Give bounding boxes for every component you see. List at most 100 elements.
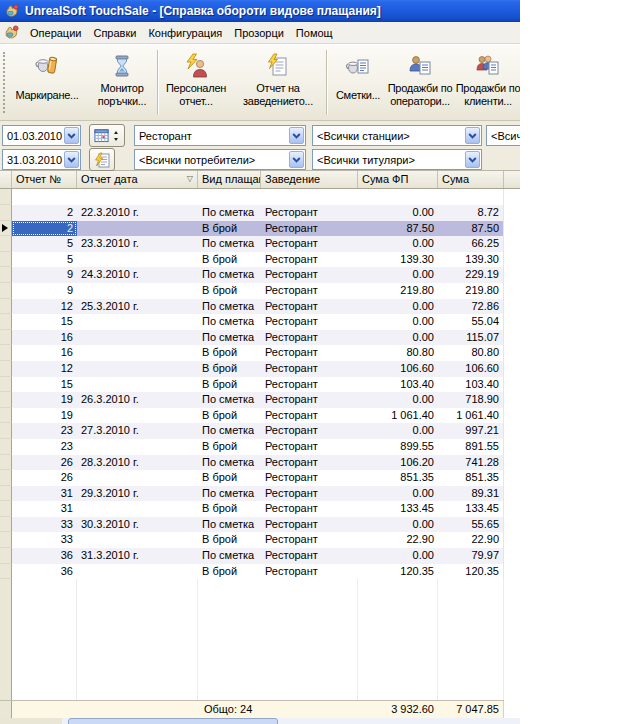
row-selector[interactable]	[0, 330, 12, 346]
cell-payment-type: По сметка	[198, 267, 261, 283]
row-selector[interactable]	[0, 361, 12, 377]
users-combo-dropdown-icon[interactable]	[289, 151, 304, 168]
calendar-button[interactable]	[89, 124, 125, 147]
header-report-date[interactable]: Отчет дата▽	[77, 171, 198, 188]
cell-payment-type: В брой	[198, 470, 261, 486]
header-sum-fp[interactable]: Сума ФП	[358, 171, 438, 188]
table-row[interactable]: 3631.3.2010 г.По сметкаРесторант0.0079.9…	[0, 548, 520, 564]
footer-total-count: Общо: 24	[198, 701, 261, 718]
toolbar-separator	[157, 50, 158, 115]
menu-item[interactable]: Справки	[87, 24, 142, 42]
row-selector[interactable]	[0, 423, 12, 439]
table-row[interactable]: 15В бройРесторант103.40103.40	[0, 377, 520, 393]
cell-sum-fp: 851.35	[358, 470, 438, 486]
cell-report-date	[77, 501, 198, 517]
menu-item[interactable]: Конфигурация	[142, 24, 228, 42]
table-row[interactable]: 222.3.2010 г.По сметкаРесторант0.008.72	[0, 205, 520, 221]
table-row[interactable]: 33В бройРесторант22.9022.90	[0, 532, 520, 548]
date-spinner[interactable]	[112, 131, 120, 141]
toolbar-button[interactable]: Отчет назаведението...	[232, 45, 324, 120]
menu-item[interactable]: Помощ	[290, 24, 339, 42]
table-row[interactable]: 16В бройРесторант80.8080.80	[0, 345, 520, 361]
venue-combo[interactable]: Ресторант	[134, 125, 306, 146]
menu-item[interactable]: Операции	[24, 24, 87, 42]
menu-item[interactable]: Прозорци	[228, 24, 290, 42]
table-row[interactable]: 12В бройРесторант106.60106.60	[0, 361, 520, 377]
table-row[interactable]: 1225.3.2010 г.По сметкаРесторант0.0072.8…	[0, 299, 520, 315]
table-row[interactable]: 9В бройРесторант219.80219.80	[0, 283, 520, 299]
stations-combo-dropdown-icon[interactable]	[465, 127, 480, 144]
toolbar-button[interactable]: Персоналенотчет...	[160, 45, 232, 120]
holders-combo[interactable]: <Всички титуляри>	[312, 149, 482, 170]
table-row[interactable]: 2В бройРесторант87.5087.50	[0, 221, 520, 237]
row-selector[interactable]	[0, 189, 12, 205]
row-selector[interactable]	[0, 377, 12, 393]
cell-venue: Ресторант	[261, 423, 358, 439]
refresh-report-button[interactable]	[89, 148, 115, 171]
toolbar-button[interactable]: Продажби пооператори...	[387, 45, 453, 120]
holders-combo-dropdown-icon[interactable]	[465, 151, 480, 168]
venue-combo-dropdown-icon[interactable]	[289, 127, 304, 144]
table-row[interactable]: 16По сметкаРесторант0.00115.07	[0, 330, 520, 346]
table-row[interactable]: 924.3.2010 г.По сметкаРесторант0.00229.1…	[0, 267, 520, 283]
row-selector[interactable]	[0, 236, 12, 252]
row-selector[interactable]	[0, 532, 12, 548]
table-row[interactable]: 2628.3.2010 г.По сметкаРесторант106.2074…	[0, 455, 520, 471]
table-row[interactable]: 3129.3.2010 г.По сметкаРесторант0.0089.3…	[0, 486, 520, 502]
row-selector[interactable]	[0, 548, 12, 564]
date-from-dropdown-icon[interactable]	[64, 127, 79, 144]
row-selector[interactable]	[0, 564, 12, 580]
table-row[interactable]: 26В бройРесторант851.35851.35	[0, 470, 520, 486]
table-row[interactable]: 5В бройРесторант139.30139.30	[0, 252, 520, 268]
table-row[interactable]: 15По сметкаРесторант0.0055.04	[0, 314, 520, 330]
row-selector[interactable]	[0, 283, 12, 299]
users-combo[interactable]: <Всички потребители>	[134, 149, 306, 170]
date-to-field[interactable]: 31.03.2010	[2, 149, 81, 170]
cell-report-date	[77, 532, 198, 548]
table-row[interactable]: 1926.3.2010 г.По сметкаРесторант0.00718.…	[0, 392, 520, 408]
row-selector[interactable]	[0, 345, 12, 361]
row-selector[interactable]	[0, 252, 12, 268]
date-from-field[interactable]: 01.03.2010	[2, 125, 81, 146]
cell-payment-type: В брой	[198, 439, 261, 455]
row-selector[interactable]	[0, 455, 12, 471]
users-combo-value: <Всички потребители>	[135, 154, 288, 166]
row-selector[interactable]	[0, 439, 12, 455]
row-selector[interactable]	[0, 221, 12, 237]
header-payment-type[interactable]: Вид плащане	[198, 171, 261, 188]
table-row[interactable]: 36В бройРесторант120.35120.35	[0, 564, 520, 580]
table-row[interactable]: 23В бройРесторант899.55891.55	[0, 439, 520, 455]
header-report-number[interactable]: Отчет №	[12, 171, 77, 188]
table-row[interactable]: 19В бройРесторант1 061.401 061.40	[0, 408, 520, 424]
scrollbar-thumb[interactable]	[68, 718, 278, 724]
table-row[interactable]: 2327.3.2010 г.По сметкаРесторант0.00997.…	[0, 423, 520, 439]
toolbar-button[interactable]: Маркиране...	[5, 45, 89, 120]
extra-combo[interactable]: <Всич	[486, 125, 520, 146]
row-selector[interactable]	[0, 517, 12, 533]
cell-sum: 79.97	[438, 548, 504, 564]
row-selector[interactable]	[0, 392, 12, 408]
row-selector[interactable]	[0, 205, 12, 221]
table-row[interactable]: 523.3.2010 г.По сметкаРесторант0.0066.25	[0, 236, 520, 252]
mugs-icon	[34, 52, 60, 80]
date-to-dropdown-icon[interactable]	[64, 151, 79, 168]
table-row-blank[interactable]	[0, 189, 520, 205]
header-venue[interactable]: Заведение	[261, 171, 358, 188]
toolbar-button[interactable]: Мониторпоръчки...	[89, 45, 155, 120]
horizontal-scrollbar[interactable]	[0, 718, 520, 724]
row-selector[interactable]	[0, 470, 12, 486]
row-selector[interactable]	[0, 267, 12, 283]
stations-combo[interactable]: <Всички станции>	[312, 125, 482, 146]
row-selector[interactable]	[0, 486, 12, 502]
table-row[interactable]: 3330.3.2010 г.По сметкаРесторант0.0055.6…	[0, 517, 520, 533]
row-selector[interactable]	[0, 314, 12, 330]
header-sum[interactable]: Сума	[438, 171, 504, 188]
row-selector[interactable]	[0, 501, 12, 517]
toolbar-button[interactable]: Продажби поклиенти...	[453, 45, 520, 120]
row-selector[interactable]	[0, 408, 12, 424]
cell-report-number: 23	[12, 423, 77, 439]
scrollbar-track[interactable]	[62, 718, 520, 724]
table-row[interactable]: 31В бройРесторант133.45133.45	[0, 501, 520, 517]
toolbar-button[interactable]: Сметки...	[329, 45, 387, 120]
row-selector[interactable]	[0, 299, 12, 315]
